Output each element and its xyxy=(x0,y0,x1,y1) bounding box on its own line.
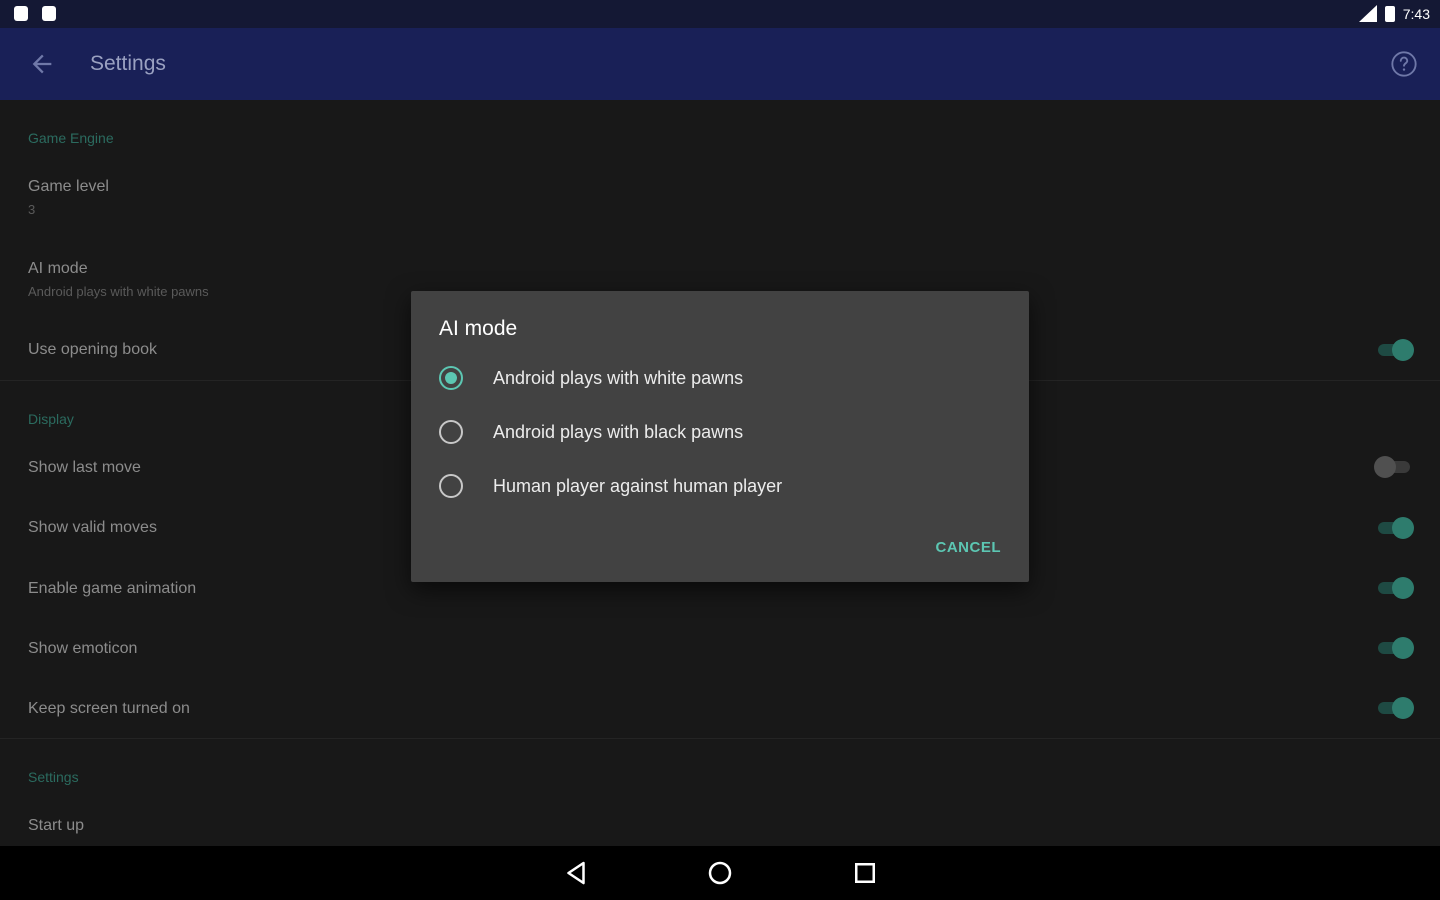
option-black-pawns[interactable]: Android plays with black pawns xyxy=(439,411,999,453)
recents-square-icon[interactable] xyxy=(850,858,880,888)
option-label: Human player against human player xyxy=(493,476,783,496)
cancel-button[interactable]: CANCEL xyxy=(936,539,1002,556)
radio-selected-icon[interactable] xyxy=(439,366,463,390)
dialog-title: AI mode xyxy=(439,317,518,340)
home-circle-icon[interactable] xyxy=(705,858,735,888)
navigation-bar xyxy=(0,846,1440,900)
option-label: Android plays with white pawns xyxy=(493,368,744,388)
radio-unselected-icon[interactable] xyxy=(439,420,463,444)
option-human-vs-human[interactable]: Human player against human player xyxy=(439,465,999,507)
ai-mode-dialog: AI mode Android plays with white pawns A… xyxy=(411,291,1029,582)
option-label: Android plays with black pawns xyxy=(493,422,744,442)
back-triangle-icon[interactable] xyxy=(561,858,591,888)
option-white-pawns[interactable]: Android plays with white pawns xyxy=(439,357,999,399)
radio-unselected-icon[interactable] xyxy=(439,474,463,498)
